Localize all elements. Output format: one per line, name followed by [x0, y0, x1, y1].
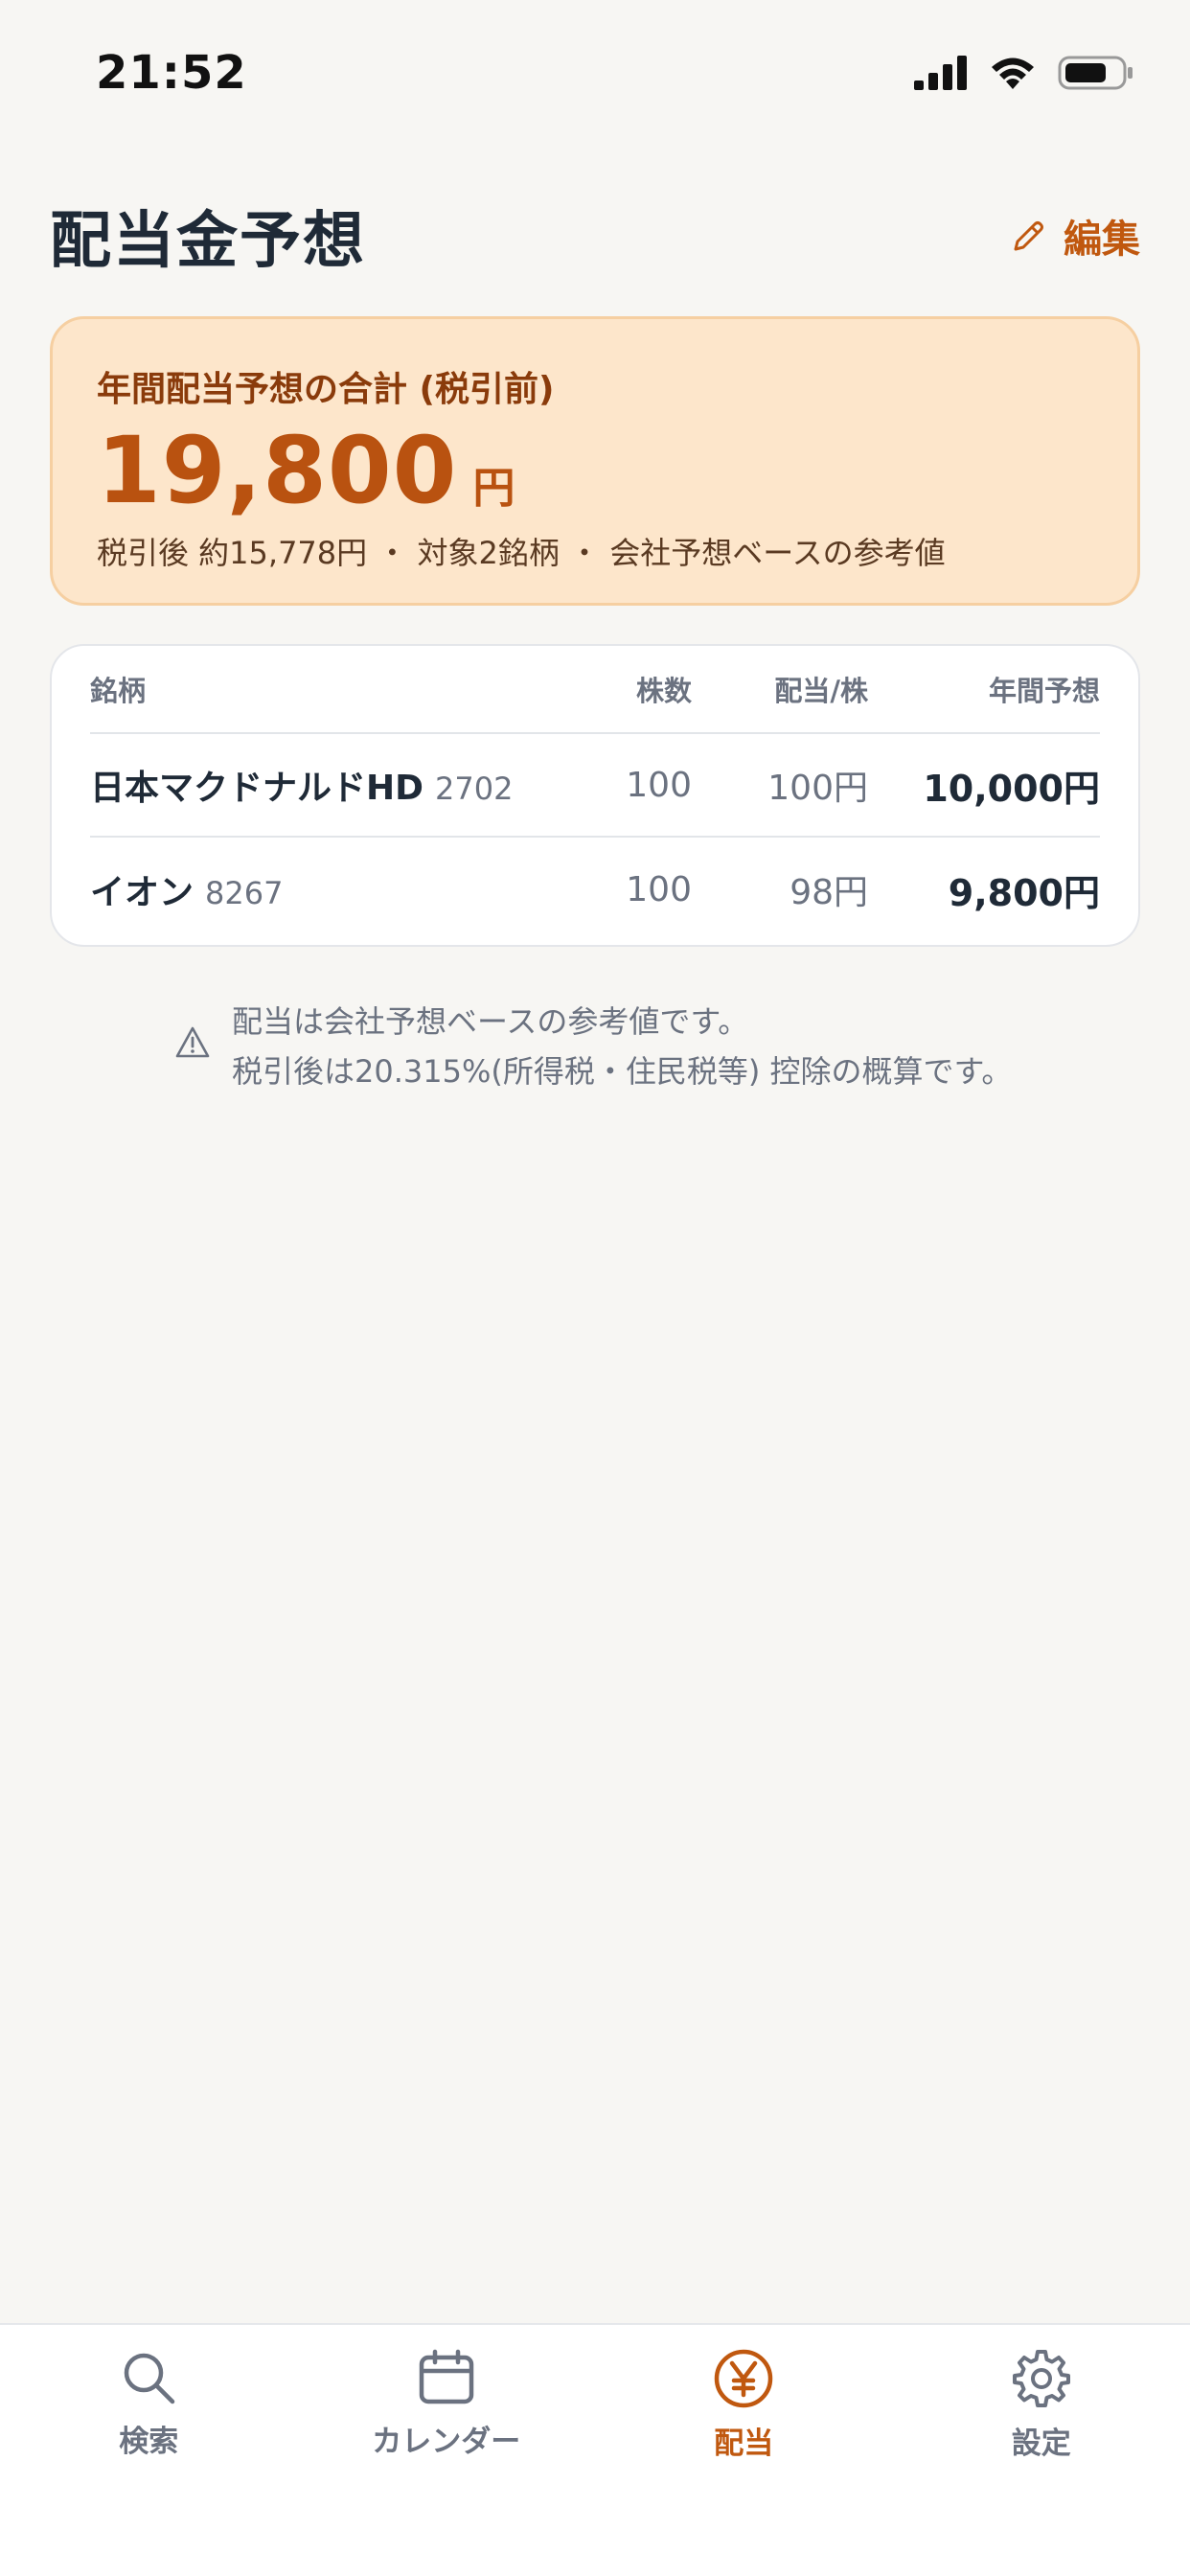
summary-label: 年間配当予想の合計 (税引前) — [97, 370, 555, 409]
disclaimer-note: 配当は会社予想ベースの参考値です。 税引後は20.315%(所得税・住民税等) … — [174, 997, 1012, 1096]
tab-label: カレンダー — [372, 2425, 521, 2459]
search-icon — [125, 2353, 175, 2404]
gear-icon — [1012, 2350, 1070, 2407]
cellular-signal-icon — [914, 56, 967, 90]
tab-label: 検索 — [119, 2425, 179, 2459]
stock-name: イオン — [90, 873, 195, 912]
header-shares: 株数 — [635, 675, 692, 707]
summary-card: 年間配当予想の合計 (税引前) 19,800 円 税引後 約15,778円 ・ … — [50, 316, 1140, 606]
note-line-2: 税引後は20.315%(所得税・住民税等) 控除の概算です。 — [232, 1053, 1013, 1090]
stock-name: 日本マクドナルドHD — [90, 769, 424, 808]
table-header: 銘柄 株数 配当/株 年間予想 — [90, 646, 1100, 734]
stock-dividend: 98円 — [790, 873, 868, 912]
header-dividend: 配当/株 — [774, 675, 868, 707]
page-title: 配当金予想 — [50, 206, 366, 277]
header: 配当金予想 編集 — [50, 188, 1140, 284]
summary-unit: 円 — [472, 464, 515, 513]
tab-label: 設定 — [1011, 2426, 1071, 2461]
header-annual: 年間予想 — [988, 675, 1100, 707]
table-row[interactable]: イオン 8267 100 98円 9,800円 — [90, 838, 1100, 941]
table-row[interactable]: 日本マクドナルドHD 2702 100 100円 10,000円 — [90, 734, 1100, 838]
status-bar: 21:52 — [0, 0, 1190, 153]
header-name: 銘柄 — [90, 675, 147, 707]
stock-annual: 9,800円 — [948, 871, 1100, 914]
yen-icon — [715, 2349, 773, 2408]
holdings-table: 銘柄 株数 配当/株 年間予想 日本マクドナルドHD 2702 100 100円… — [50, 644, 1140, 947]
warning-icon — [175, 1026, 210, 1058]
tab-settings[interactable]: 設定 — [893, 2325, 1190, 2576]
pencil-icon — [1014, 221, 1043, 251]
summary-amount-row: 19,800 円 — [97, 423, 1093, 519]
tab-dividend[interactable]: 配当 — [595, 2325, 893, 2576]
edit-label: 編集 — [1064, 218, 1140, 262]
calendar-icon — [419, 2349, 473, 2404]
tab-calendar[interactable]: カレンダー — [298, 2325, 596, 2576]
tab-bar: 検索 カレンダー 配当 設定 — [0, 2323, 1190, 2576]
edit-button[interactable]: 編集 — [1010, 208, 1140, 264]
summary-amount: 19,800 — [97, 417, 458, 524]
stock-shares: 100 — [626, 869, 692, 909]
battery-icon — [1058, 56, 1133, 90]
status-time: 21:52 — [96, 46, 247, 100]
stock-annual: 10,000円 — [923, 767, 1100, 810]
stock-code: 8267 — [205, 875, 284, 911]
status-icons — [914, 54, 1134, 92]
wifi-icon — [992, 58, 1034, 89]
stock-code: 2702 — [435, 770, 514, 807]
tab-search[interactable]: 検索 — [0, 2325, 298, 2576]
dividend-forecast-screen: 21:52 配当金予想 編集 年間配当予想の合計 (税引前) 19,800 円 … — [0, 0, 1190, 2576]
stock-shares: 100 — [626, 765, 692, 805]
tab-label: 配当 — [714, 2426, 774, 2461]
stock-dividend: 100円 — [767, 769, 868, 808]
note-line-1: 配当は会社予想ベースの参考値です。 — [232, 1003, 749, 1040]
summary-subtext: 税引後 約15,778円 ・ 対象2銘柄 ・ 会社予想ベースの参考値 — [97, 534, 946, 571]
